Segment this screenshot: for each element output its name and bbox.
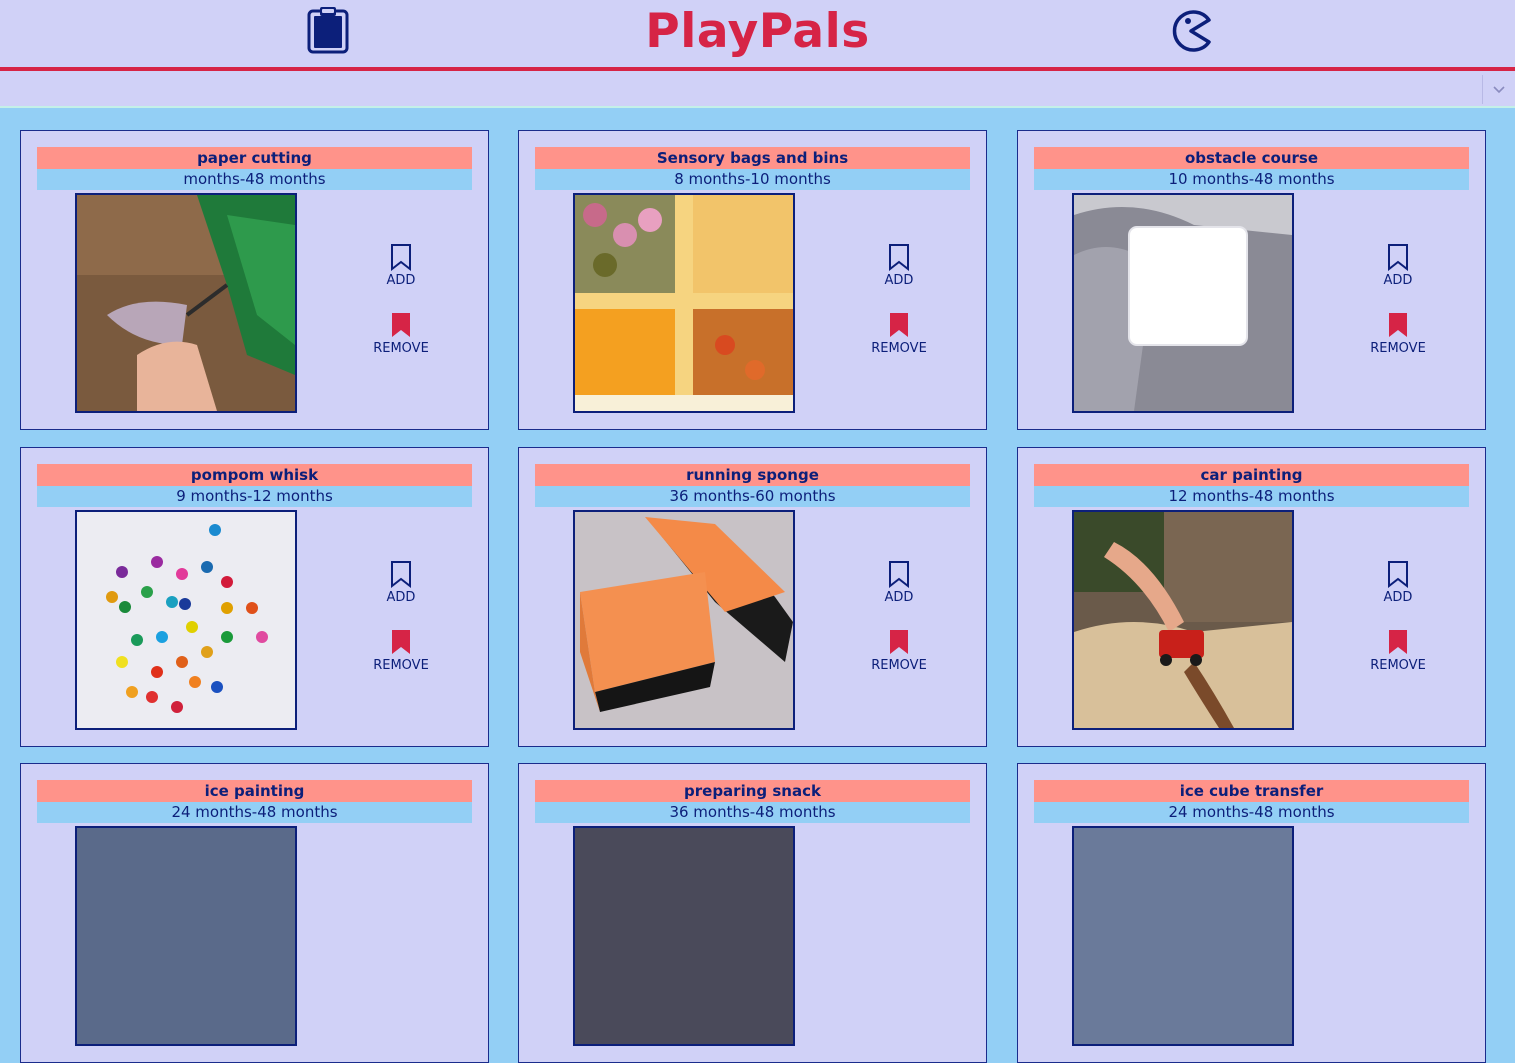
add-label: ADD [1383, 590, 1413, 605]
bookmark-filled-icon [1389, 313, 1407, 337]
bookmark-filled-icon [392, 313, 410, 337]
activity-title: obstacle course [1034, 147, 1469, 169]
chevron-down-icon[interactable] [1482, 75, 1515, 104]
activity-image[interactable] [1072, 510, 1294, 730]
activity-title: running sponge [535, 464, 970, 486]
remove-label: REMOVE [871, 658, 927, 673]
activity-age-range: 36 months-60 months [535, 486, 970, 507]
activity-age-range: months-48 months [37, 169, 472, 190]
add-label: ADD [386, 590, 416, 605]
activity-age-range: 8 months-10 months [535, 169, 970, 190]
bookmark-outline-icon [1388, 244, 1408, 271]
activity-age-range: 24 months-48 months [1034, 802, 1469, 823]
bookmark-filled-icon [392, 630, 410, 654]
bookmark-outline-icon [391, 561, 411, 588]
activity-title: ice painting [37, 780, 472, 802]
remove-button[interactable]: REMOVE [859, 311, 939, 356]
activity-card[interactable]: car painting 12 months-48 months ADD REM… [1017, 447, 1486, 747]
remove-button[interactable]: REMOVE [859, 628, 939, 673]
activity-age-range: 9 months-12 months [37, 486, 472, 507]
activity-image[interactable] [75, 193, 297, 413]
activity-age-range: 36 months-48 months [535, 802, 970, 823]
activity-title: Sensory bags and bins [535, 147, 970, 169]
activity-card[interactable]: paper cutting months-48 months ADD REMOV… [20, 130, 489, 430]
remove-label: REMOVE [373, 658, 429, 673]
remove-button[interactable]: REMOVE [1358, 311, 1438, 356]
activity-image[interactable] [1072, 826, 1294, 1046]
activity-image[interactable] [573, 510, 795, 730]
add-label: ADD [884, 273, 914, 288]
add-button[interactable]: ADD [361, 243, 441, 288]
add-label: ADD [386, 273, 416, 288]
filter-underline [0, 106, 1515, 108]
activity-card[interactable]: pompom whisk 9 months-12 months ADD REMO… [20, 447, 489, 747]
remove-button[interactable]: REMOVE [361, 311, 441, 356]
remove-label: REMOVE [373, 341, 429, 356]
bookmark-filled-icon [890, 313, 908, 337]
activity-title: preparing snack [535, 780, 970, 802]
activity-card[interactable]: Sensory bags and bins 8 months-10 months [518, 130, 987, 430]
remove-label: REMOVE [871, 341, 927, 356]
add-button[interactable]: ADD [361, 560, 441, 605]
bookmark-filled-icon [890, 630, 908, 654]
bookmark-filled-icon [1389, 630, 1407, 654]
add-button[interactable]: ADD [859, 243, 939, 288]
remove-button[interactable]: REMOVE [361, 628, 441, 673]
activity-title: paper cutting [37, 147, 472, 169]
activity-card[interactable]: preparing snack 36 months-48 months [518, 763, 987, 1063]
activity-card[interactable]: ice cube transfer 24 months-48 months [1017, 763, 1486, 1063]
app-header: PlayPals [0, 0, 1515, 67]
add-button[interactable]: ADD [1358, 560, 1438, 605]
activity-age-range: 12 months-48 months [1034, 486, 1469, 507]
activity-image[interactable] [75, 510, 297, 730]
add-label: ADD [884, 590, 914, 605]
activity-title: pompom whisk [37, 464, 472, 486]
activity-age-range: 24 months-48 months [37, 802, 472, 823]
activity-card[interactable]: ice painting 24 months-48 months [20, 763, 489, 1063]
add-button[interactable]: ADD [859, 560, 939, 605]
remove-label: REMOVE [1370, 341, 1426, 356]
activity-title: car painting [1034, 464, 1469, 486]
bookmark-outline-icon [391, 244, 411, 271]
activity-card[interactable]: obstacle course 10 months-48 months ADD … [1017, 130, 1486, 430]
add-button[interactable]: ADD [1358, 243, 1438, 288]
activity-image[interactable] [75, 826, 297, 1046]
remove-label: REMOVE [1370, 658, 1426, 673]
activity-image[interactable] [573, 826, 795, 1046]
bookmark-outline-icon [1388, 561, 1408, 588]
activity-age-range: 10 months-48 months [1034, 169, 1469, 190]
app-title: PlayPals [645, 4, 870, 59]
activity-image[interactable] [573, 193, 795, 413]
remove-button[interactable]: REMOVE [1358, 628, 1438, 673]
activity-title: ice cube transfer [1034, 780, 1469, 802]
add-label: ADD [1383, 273, 1413, 288]
pacman-icon[interactable] [1167, 8, 1213, 54]
bookmark-outline-icon [889, 561, 909, 588]
age-filter-select[interactable] [0, 71, 1515, 108]
activity-card[interactable]: running sponge 36 months-60 months ADD R… [518, 447, 987, 747]
bookmark-outline-icon [889, 244, 909, 271]
activity-image[interactable] [1072, 193, 1294, 413]
